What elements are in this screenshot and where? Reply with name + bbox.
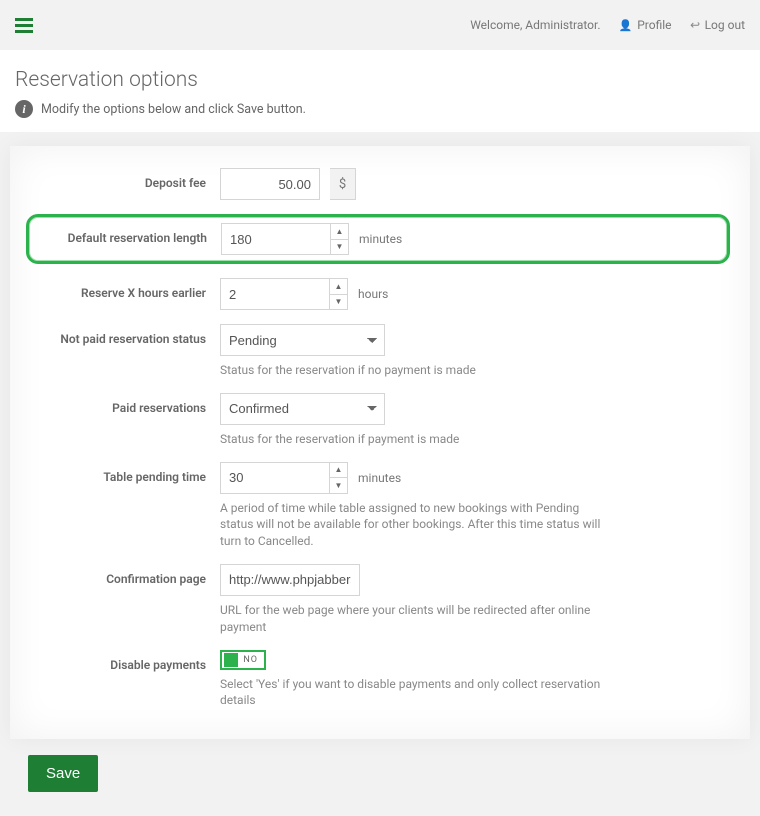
help-not-paid: Status for the reservation if no payment… <box>220 362 610 379</box>
save-button[interactable]: Save <box>28 755 98 792</box>
label-deposit: Deposit fee <box>30 168 220 190</box>
label-not-paid: Not paid reservation status <box>30 324 220 346</box>
help-paid: Status for the reservation if payment is… <box>220 431 610 448</box>
user-icon <box>619 18 633 32</box>
page-subtitle: Modify the options below and click Save … <box>41 102 306 117</box>
row-paid: Paid reservations Confirmed Status for t… <box>30 393 730 448</box>
pending-time-up[interactable]: ▲ <box>329 463 347 479</box>
topbar-right: Welcome, Administrator. Profile Log out <box>470 18 745 32</box>
profile-link[interactable]: Profile <box>619 18 672 32</box>
label-pending-time: Table pending time <box>30 462 220 484</box>
row-not-paid: Not paid reservation status Pending Stat… <box>30 324 730 379</box>
unit-default-length: minutes <box>359 232 402 246</box>
reserve-earlier-down[interactable]: ▼ <box>329 295 347 310</box>
toggle-state: NO <box>243 655 258 665</box>
logout-icon <box>690 18 700 32</box>
confirmation-input[interactable] <box>220 564 360 596</box>
topbar: Welcome, Administrator. Profile Log out <box>0 0 760 50</box>
label-default-length: Default reservation length <box>31 223 221 245</box>
disable-payments-toggle[interactable]: NO <box>220 650 266 670</box>
not-paid-select[interactable]: Pending <box>220 324 385 356</box>
page-title: Reservation options <box>0 50 760 100</box>
default-length-down[interactable]: ▼ <box>330 240 348 255</box>
label-paid: Paid reservations <box>30 393 220 415</box>
unit-pending-time: minutes <box>358 471 401 485</box>
help-disable-payments: Select 'Yes' if you want to disable paym… <box>220 676 610 710</box>
row-disable-payments: Disable payments NO Select 'Yes' if you … <box>30 650 730 710</box>
form-card: Deposit fee $ Default reservation length… <box>10 146 750 739</box>
logout-link[interactable]: Log out <box>690 18 745 32</box>
help-pending-time: A period of time while table assigned to… <box>220 500 610 550</box>
label-confirmation: Confirmation page <box>30 564 220 586</box>
save-row: Save <box>10 739 750 796</box>
deposit-input[interactable] <box>220 168 320 200</box>
page-subtitle-row: i Modify the options below and click Sav… <box>0 100 760 132</box>
info-icon: i <box>15 100 33 118</box>
label-reserve-earlier: Reserve X hours earlier <box>30 278 220 300</box>
row-deposit: Deposit fee $ <box>30 168 730 200</box>
row-default-length: Default reservation length ▲ ▼ minutes <box>26 214 730 264</box>
pending-time-down[interactable]: ▼ <box>329 478 347 493</box>
row-confirmation: Confirmation page URL for the web page w… <box>30 564 730 636</box>
row-reserve-earlier: Reserve X hours earlier ▲ ▼ hours <box>30 278 730 310</box>
label-disable-payments: Disable payments <box>30 650 220 672</box>
reserve-earlier-up[interactable]: ▲ <box>329 279 347 295</box>
menu-icon[interactable] <box>15 15 33 36</box>
unit-reserve-earlier: hours <box>358 287 388 301</box>
currency-addon: $ <box>330 168 356 200</box>
default-length-up[interactable]: ▲ <box>330 224 348 240</box>
paid-select[interactable]: Confirmed <box>220 393 385 425</box>
row-pending-time: Table pending time ▲ ▼ minutes A period … <box>30 462 730 550</box>
toggle-knob <box>224 653 238 667</box>
form-wrapper: Deposit fee $ Default reservation length… <box>0 132 760 816</box>
help-confirmation: URL for the web page where your clients … <box>220 602 610 636</box>
welcome-text: Welcome, Administrator. <box>470 18 600 32</box>
